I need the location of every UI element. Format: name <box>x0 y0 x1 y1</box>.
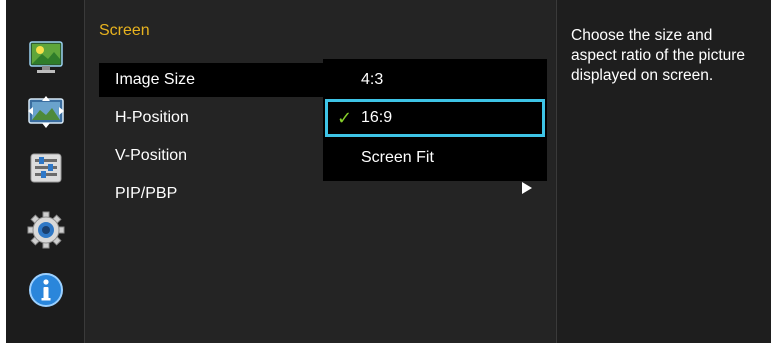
system-settings-icon[interactable] <box>26 148 66 188</box>
information-icon[interactable] <box>26 270 66 310</box>
checkmark-icon: ✓ <box>337 108 353 128</box>
menu-item-image-size[interactable]: Image Size <box>99 63 331 97</box>
option-4-3[interactable]: 4:3 <box>323 61 547 99</box>
menu-item-v-position[interactable]: V-Position <box>99 139 187 173</box>
image-size-submenu: 4:3 ✓ 16:9 Screen Fit <box>323 59 547 181</box>
option-screen-fit[interactable]: Screen Fit <box>323 139 547 177</box>
submenu-arrow-icon <box>522 182 532 194</box>
picture-icon[interactable] <box>26 37 66 77</box>
menu-title: Screen <box>99 22 150 39</box>
screen-icon[interactable] <box>26 92 66 132</box>
sidebar <box>6 0 85 343</box>
option-16-9[interactable]: ✓ 16:9 <box>325 99 545 137</box>
option-label: 16:9 <box>361 109 393 126</box>
help-panel: Choose the size and aspect ratio of the … <box>556 0 771 343</box>
settings-gear-icon[interactable] <box>26 210 66 250</box>
help-text: Choose the size and aspect ratio of the … <box>571 27 746 84</box>
menu-item-pip-pbp[interactable]: PIP/PBP <box>99 177 177 211</box>
menu-item-h-position[interactable]: H-Position <box>99 101 189 135</box>
